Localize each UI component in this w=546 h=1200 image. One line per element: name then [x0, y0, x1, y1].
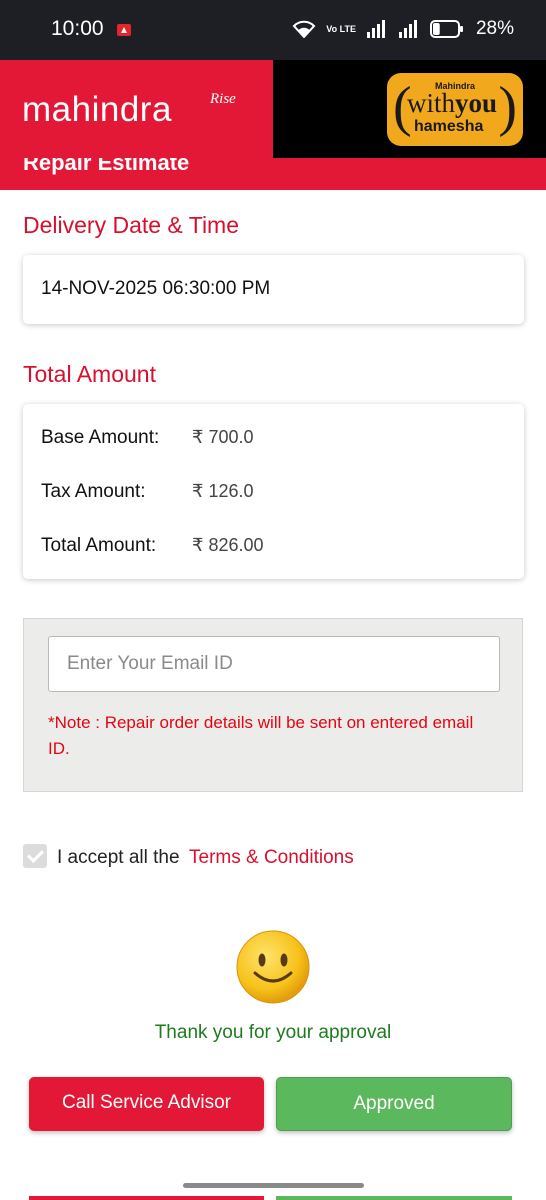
email-panel: *Note : Repair order details will be sen… [23, 618, 523, 792]
total-amount-label: Total Amount: [41, 535, 157, 556]
rise-logo-suffix: Rise [210, 91, 236, 107]
logo-paren-right: ) [498, 76, 517, 138]
approval-thanks-message: Thank you for your approval [154, 1022, 392, 1043]
with-you-hamesha-logo: ( Mahindra withyou hamesha ) [387, 73, 523, 146]
status-icons: Vo LTE 28% [292, 18, 514, 40]
total-amount-heading: Total Amount [23, 361, 156, 387]
terms-checkbox[interactable] [23, 844, 47, 868]
app-header: mahindra Rise ( Mahindra withyou hamesha… [0, 60, 546, 158]
delivery-heading: Delivery Date & Time [23, 212, 240, 238]
volte-indicator: Vo LTE [326, 23, 356, 34]
signal-icon-2 [398, 20, 417, 38]
approved-button[interactable]: Approved [276, 1077, 512, 1131]
brand-panel: mahindra Rise [0, 60, 273, 158]
delivery-card: 14-NOV-2025 06:30:00 PM [23, 255, 524, 324]
terms-conditions-link[interactable]: Terms & Conditions [189, 847, 354, 869]
tagline-hamesha: hamesha [414, 118, 484, 135]
home-indicator[interactable] [183, 1183, 364, 1188]
status-bar: 10:00 Vo LTE 28% [0, 0, 546, 60]
repair-estimate-screen: 10:00 Vo LTE 28% mahindra Rise (Mahindr… [0, 0, 546, 1200]
bottom-red-strip [29, 1196, 264, 1200]
section-title-bar: Repair Estimate [0, 158, 546, 190]
tagline-you: you [455, 88, 498, 118]
signal-icon [366, 20, 385, 38]
tax-amount-label: Tax Amount: [41, 481, 146, 502]
page-title: Repair Estimate [23, 158, 190, 175]
notification-app-icon [117, 24, 131, 36]
terms-accept-text: I accept all the [57, 847, 180, 868]
status-time: 10:00 [51, 17, 104, 40]
tagline-with: with [407, 88, 456, 118]
email-note: *Note : Repair order details will be sen… [48, 713, 474, 758]
base-amount-value: ₹ 700.0 [192, 427, 254, 447]
tax-amount-value: ₹ 126.0 [192, 481, 254, 501]
battery-percent: 28% [475, 18, 514, 39]
tagline-with-you: withyou [407, 88, 497, 119]
email-input[interactable] [48, 636, 500, 692]
call-service-advisor-button[interactable]: Call Service Advisor [29, 1077, 264, 1131]
delivery-datetime: 14-NOV-2025 06:30:00 PM [41, 278, 271, 299]
smiley-icon [236, 930, 310, 1004]
wifi-icon [292, 20, 316, 38]
amount-card: Base Amount: ₹ 700.0 Tax Amount: ₹ 126.0… [23, 404, 524, 579]
base-amount-label: Base Amount: [41, 427, 160, 448]
mahindra-logo: mahindra [22, 90, 172, 129]
bottom-green-strip [276, 1196, 512, 1200]
total-amount-value: ₹ 826.00 [192, 535, 264, 555]
battery-icon [429, 20, 463, 38]
